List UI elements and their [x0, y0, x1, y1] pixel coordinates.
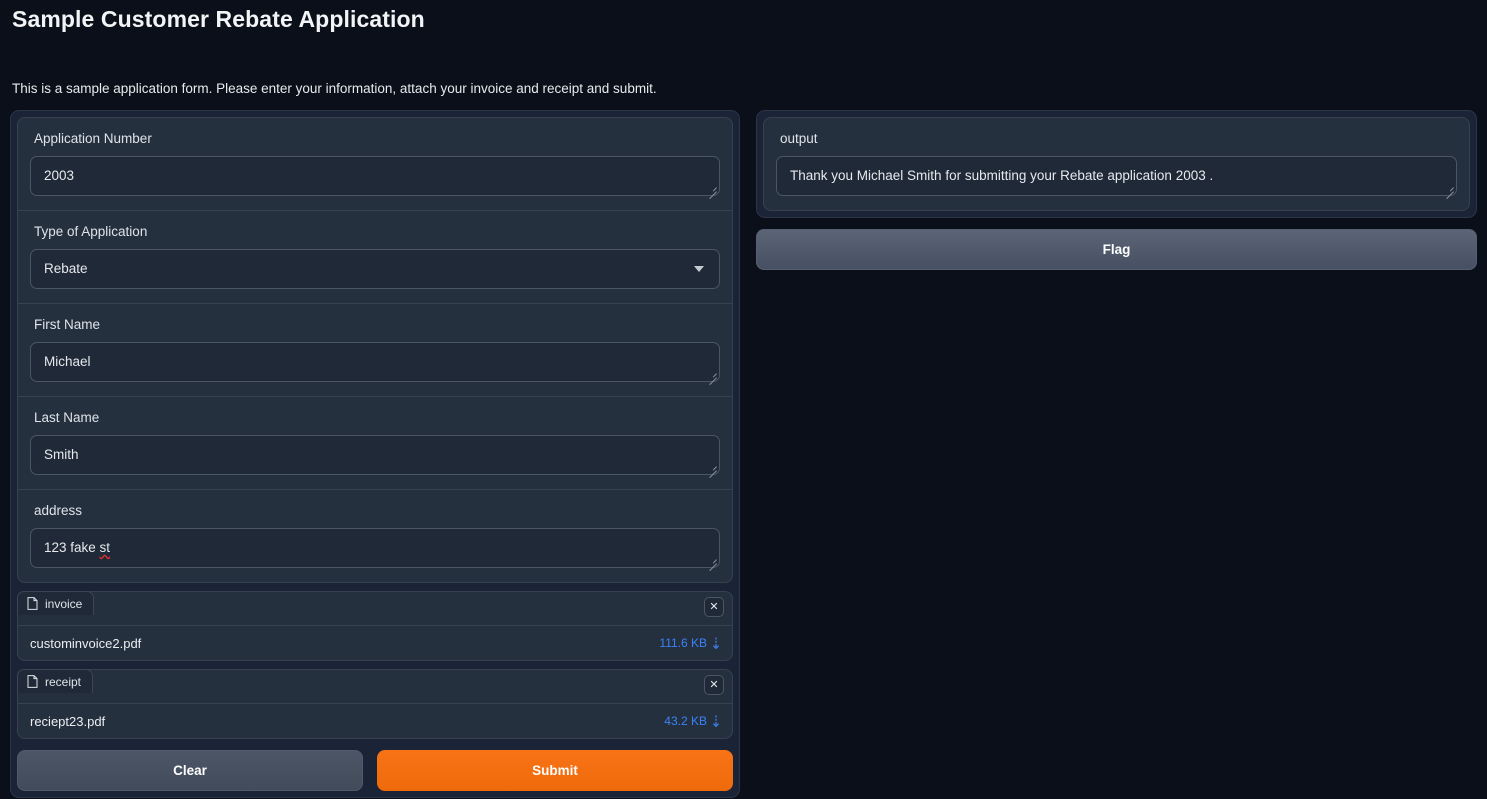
- upload-invoice: invoice ✕ custominvoice2.pdf 111.6 KB: [17, 591, 733, 661]
- output-card: output Thank you Michael Smith for submi…: [763, 117, 1470, 211]
- main-columns: Application Number 2003 Type of Applicat…: [10, 110, 1477, 798]
- upload-receipt-tabbar: receipt ✕: [17, 669, 732, 704]
- output-column: output Thank you Michael Smith for submi…: [756, 110, 1477, 798]
- clear-invoice-button[interactable]: ✕: [704, 597, 724, 617]
- address-input[interactable]: 123 fake st: [30, 528, 720, 568]
- label-first-name: First Name: [34, 317, 101, 332]
- invoice-download-link[interactable]: 111.6 KB: [659, 636, 721, 650]
- address-value: 123 fake st: [44, 539, 110, 557]
- upload-invoice-tabbar: invoice ✕: [17, 591, 732, 626]
- label-application-number: Application Number: [34, 131, 152, 146]
- field-application-number: Application Number 2003: [18, 118, 732, 211]
- app-root: Sample Customer Rebate Application This …: [0, 0, 1487, 799]
- tab-invoice[interactable]: invoice: [17, 591, 95, 615]
- flag-button[interactable]: Flag: [756, 229, 1477, 270]
- form-column: Application Number 2003 Type of Applicat…: [10, 110, 740, 798]
- document-icon: [27, 675, 38, 688]
- field-address: address 123 fake st: [18, 490, 732, 582]
- invoice-file-row: custominvoice2.pdf 111.6 KB: [18, 626, 732, 660]
- field-last-name: Last Name Smith: [18, 397, 732, 490]
- invoice-file-name: custominvoice2.pdf: [30, 635, 142, 651]
- receipt-file-size: 43.2 KB: [664, 714, 707, 728]
- output-textbox[interactable]: Thank you Michael Smith for submitting y…: [776, 156, 1457, 196]
- download-icon: [712, 637, 720, 649]
- page-title: Sample Customer Rebate Application: [12, 6, 425, 32]
- first-name-value: Michael: [44, 354, 91, 369]
- upload-invoice-card: invoice ✕ custominvoice2.pdf 111.6 KB: [17, 591, 733, 661]
- tab-invoice-label: invoice: [45, 596, 83, 611]
- receipt-file-row: reciept23.pdf 43.2 KB: [18, 704, 732, 738]
- label-type-of-application: Type of Application: [34, 224, 148, 239]
- resize-handle-icon[interactable]: [706, 182, 717, 193]
- label-address: address: [34, 503, 83, 518]
- address-misspelled-word: st: [99, 540, 111, 555]
- clear-button[interactable]: Clear: [17, 750, 363, 791]
- receipt-download-link[interactable]: 43.2 KB: [664, 714, 721, 728]
- field-first-name: First Name Michael: [18, 304, 732, 397]
- document-icon: [27, 597, 38, 610]
- field-type-of-application: Type of Application Rebate: [18, 211, 732, 304]
- application-number-input[interactable]: 2003: [30, 156, 720, 196]
- invoice-file-size: 111.6 KB: [659, 636, 707, 650]
- type-of-application-dropdown[interactable]: Rebate: [30, 249, 720, 289]
- form-field-group: Application Number 2003 Type of Applicat…: [17, 117, 733, 583]
- chevron-down-icon[interactable]: [694, 266, 704, 272]
- download-icon: [712, 715, 720, 727]
- submit-button[interactable]: Submit: [377, 750, 733, 791]
- application-number-value: 2003: [44, 168, 75, 183]
- resize-handle-icon[interactable]: [706, 554, 717, 565]
- form-actions: Clear Submit: [17, 750, 733, 791]
- resize-handle-icon[interactable]: [706, 368, 717, 379]
- output-panel: output Thank you Michael Smith for submi…: [756, 110, 1477, 218]
- tab-receipt[interactable]: receipt: [17, 669, 94, 693]
- address-value-text: 123 fake: [44, 540, 100, 555]
- last-name-value: Smith: [44, 447, 79, 462]
- type-of-application-value: Rebate: [44, 261, 88, 276]
- first-name-input[interactable]: Michael: [30, 342, 720, 382]
- form-panel: Application Number 2003 Type of Applicat…: [10, 110, 740, 798]
- upload-receipt: receipt ✕ reciept23.pdf 43.2 KB: [17, 669, 733, 739]
- last-name-input[interactable]: Smith: [30, 435, 720, 475]
- output-value: Thank you Michael Smith for submitting y…: [790, 168, 1214, 183]
- label-output: output: [780, 131, 818, 146]
- label-last-name: Last Name: [34, 410, 100, 425]
- resize-handle-icon[interactable]: [706, 461, 717, 472]
- clear-receipt-button[interactable]: ✕: [704, 675, 724, 695]
- upload-receipt-card: receipt ✕ reciept23.pdf 43.2 KB: [17, 669, 733, 739]
- page-description: This is a sample application form. Pleas…: [12, 81, 657, 96]
- receipt-file-name: reciept23.pdf: [30, 713, 106, 729]
- resize-handle-icon[interactable]: [1443, 182, 1454, 193]
- tab-receipt-label: receipt: [45, 674, 82, 689]
